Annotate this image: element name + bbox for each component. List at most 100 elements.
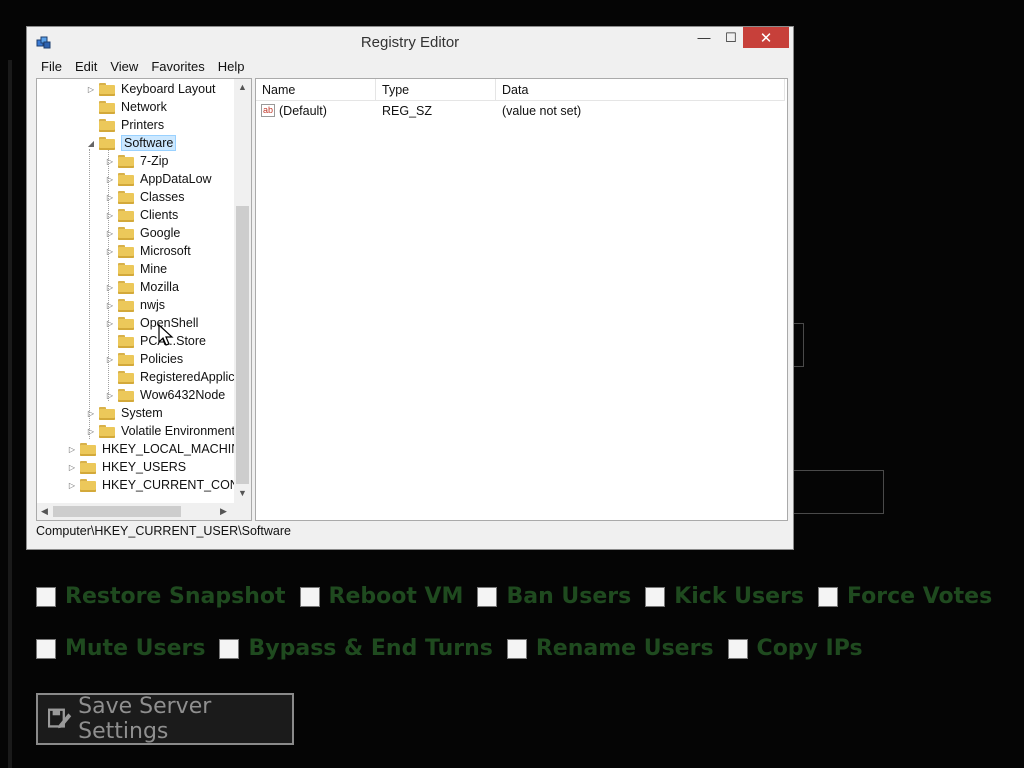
permission-checkbox[interactable] <box>645 586 666 607</box>
scroll-up-arrow[interactable]: ▲ <box>238 82 247 92</box>
tree-item[interactable]: ▷ HKEY_LOCAL_MACHINE <box>67 440 249 458</box>
menu-help[interactable]: Help <box>212 57 252 77</box>
folder-icon <box>118 352 134 366</box>
expand-arrow-icon[interactable]: ▷ <box>105 391 115 400</box>
tree-item-label: Google <box>140 226 181 240</box>
folder-icon <box>99 406 115 420</box>
expand-arrow-icon[interactable]: ▷ <box>105 319 115 328</box>
tree-item[interactable]: Network <box>86 98 167 116</box>
permission-option[interactable]: Mute Users <box>36 636 205 661</box>
tree-vertical-scrollbar[interactable]: ▲ ▼ <box>234 79 251 503</box>
tree-item[interactable]: ▷ Google <box>105 224 180 242</box>
expand-arrow-icon[interactable]: ▷ <box>105 157 115 166</box>
permission-option[interactable]: Force Votes <box>817 584 992 609</box>
tree-item[interactable]: PCA...Store <box>105 332 206 350</box>
tree-item-label: nwjs <box>140 298 166 312</box>
expand-arrow-icon[interactable]: ▷ <box>67 445 77 454</box>
tree-item[interactable]: ▷ Keyboard Layout <box>86 80 216 98</box>
tree-item[interactable]: ▷ Mozilla <box>105 278 179 296</box>
registry-tree[interactable]: ▷ Keyboard Layout Network Printers ◢ Software… <box>36 78 252 521</box>
permission-checkbox[interactable] <box>727 638 748 659</box>
scroll-down-arrow[interactable]: ▼ <box>238 488 247 498</box>
menu-file[interactable]: File <box>35 57 69 77</box>
title-bar[interactable]: Registry Editor — ☐ ✕ <box>27 27 793 57</box>
permission-label: Restore Snapshot <box>65 584 286 609</box>
permission-checkbox[interactable] <box>506 638 527 659</box>
tree-item[interactable]: ▷ nwjs <box>105 296 165 314</box>
expand-arrow-icon[interactable]: ▷ <box>105 229 115 238</box>
permission-option[interactable]: Bypass & End Turns <box>219 636 493 661</box>
tree-horizontal-scroll-thumb[interactable] <box>53 506 181 517</box>
menu-view[interactable]: View <box>104 57 145 77</box>
tree-horizontal-scrollbar[interactable]: ◀ ▶ <box>37 503 251 520</box>
tree-item[interactable]: ▷ Classes <box>105 188 185 206</box>
permission-checkbox[interactable] <box>36 586 56 607</box>
permission-option[interactable]: Rename Users <box>506 636 714 661</box>
expand-arrow-icon[interactable]: ▷ <box>105 175 115 184</box>
expand-arrow-icon[interactable]: ▷ <box>105 211 115 220</box>
close-button[interactable]: ✕ <box>743 27 789 48</box>
expand-arrow-icon[interactable]: ▷ <box>105 283 115 292</box>
scroll-left-arrow[interactable]: ◀ <box>41 506 48 517</box>
tree-item[interactable]: ▷ AppDataLow <box>105 170 212 188</box>
window-title: Registry Editor <box>360 34 460 51</box>
tree-item[interactable]: ◢ Software <box>86 134 177 152</box>
tree-item[interactable]: ▷ OpenShell <box>105 314 198 332</box>
registry-editor-window: Registry Editor — ☐ ✕ File Edit View Fav… <box>26 26 794 550</box>
save-server-settings-button[interactable]: Save Server Settings <box>36 693 294 745</box>
permission-checkbox[interactable] <box>817 586 838 607</box>
expand-arrow-icon[interactable]: ▷ <box>67 463 77 472</box>
expand-arrow-icon[interactable]: ▷ <box>86 85 96 94</box>
permission-label: Mute Users <box>65 636 206 661</box>
permission-option[interactable]: Copy IPs <box>727 636 863 661</box>
expand-arrow-icon[interactable]: ▷ <box>105 193 115 202</box>
expand-arrow-icon[interactable]: ▷ <box>105 247 115 256</box>
permission-checkbox[interactable] <box>477 586 498 607</box>
expand-arrow-icon[interactable]: ▷ <box>67 481 77 490</box>
maximize-button[interactable]: ☐ <box>717 27 745 48</box>
folder-icon <box>118 172 134 186</box>
minimize-button[interactable]: — <box>690 27 718 48</box>
expand-arrow-icon[interactable]: ▷ <box>86 409 96 418</box>
expand-arrow-icon[interactable]: ▷ <box>86 427 96 436</box>
tree-item[interactable]: Mine <box>105 260 167 278</box>
folder-icon <box>99 82 115 96</box>
folder-icon <box>118 244 134 258</box>
permission-option[interactable]: Restore Snapshot <box>36 584 286 609</box>
scroll-right-arrow[interactable]: ▶ <box>220 506 227 517</box>
expand-arrow-icon[interactable]: ▷ <box>105 301 115 310</box>
permission-option[interactable]: Ban Users <box>477 584 631 609</box>
folder-icon <box>99 100 115 114</box>
tree-item[interactable]: ▷ HKEY_USERS <box>67 458 186 476</box>
column-header-name[interactable]: Name <box>256 79 376 101</box>
permission-option[interactable]: Reboot VM <box>299 584 463 609</box>
tree-item[interactable]: ▷ Microsoft <box>105 242 191 260</box>
column-header-type[interactable]: Type <box>376 79 496 101</box>
tree-item[interactable]: ▷ Clients <box>105 206 178 224</box>
tree-item-label: Software <box>121 135 177 151</box>
tree-vertical-scroll-thumb[interactable] <box>236 206 249 484</box>
values-list[interactable]: Name Type Data ab (Default) REG_SZ (valu… <box>255 78 788 521</box>
tree-item-label: Mine <box>140 262 168 276</box>
folder-icon <box>80 478 96 492</box>
permission-option[interactable]: Kick Users <box>645 584 804 609</box>
tree-item[interactable]: Printers <box>86 116 164 134</box>
tree-item[interactable]: RegisteredApplica <box>105 368 241 386</box>
column-header-data[interactable]: Data <box>496 79 785 101</box>
permission-checkbox[interactable] <box>299 586 320 607</box>
tree-item[interactable]: ▷ 7-Zip <box>105 152 169 170</box>
expand-arrow-icon[interactable]: ◢ <box>86 139 96 148</box>
menu-bar: File Edit View Favorites Help <box>27 57 793 77</box>
background-scroll-edge <box>8 60 12 768</box>
tree-item-label: Classes <box>140 190 185 204</box>
tree-item[interactable]: ▷ Policies <box>105 350 183 368</box>
permission-checkbox[interactable] <box>36 638 56 659</box>
tree-item[interactable]: ▷ Wow6432Node <box>105 386 225 404</box>
tree-item[interactable]: ▷ HKEY_CURRENT_CONFIG <box>67 476 251 494</box>
tree-item[interactable]: ▷ System <box>86 404 163 422</box>
menu-edit[interactable]: Edit <box>69 57 104 77</box>
expand-arrow-icon[interactable]: ▷ <box>105 355 115 364</box>
permission-checkbox[interactable] <box>219 638 240 659</box>
tree-item[interactable]: ▷ Volatile Environment <box>86 422 235 440</box>
menu-favorites[interactable]: Favorites <box>145 57 211 77</box>
